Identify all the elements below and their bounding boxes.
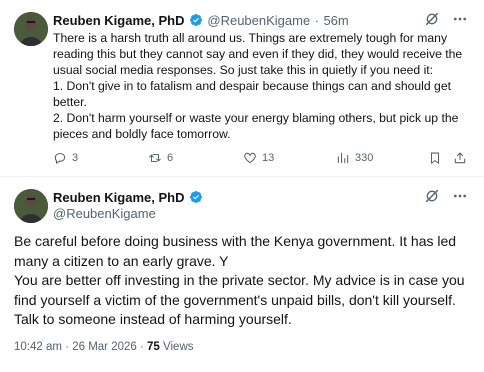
repost-icon xyxy=(149,153,161,163)
views-label: Views xyxy=(163,341,194,353)
grok-icon[interactable] xyxy=(424,188,440,204)
tweet-text: There is a harsh truth all around us. Th… xyxy=(53,30,473,142)
tweet-text: Be careful before doing business with th… xyxy=(14,232,476,330)
bookmark-button[interactable] xyxy=(428,151,442,165)
avatar[interactable] xyxy=(14,189,48,223)
header-actions xyxy=(424,188,468,204)
separator-dot: · xyxy=(314,13,319,28)
author-name[interactable]: Reuben Kigame, PhD xyxy=(53,13,184,28)
tweet-header: Reuben Kigame, PhD @ReubenKigame · 56m xyxy=(53,12,349,30)
timestamp[interactable]: 56m xyxy=(323,13,348,28)
repost-count: 6 xyxy=(167,152,174,164)
reply-button[interactable]: 3 xyxy=(53,151,78,165)
author-name-row: Reuben Kigame, PhD xyxy=(53,189,203,207)
verified-badge-icon xyxy=(189,14,202,26)
verified-badge-icon xyxy=(189,191,202,203)
share-icon xyxy=(454,152,466,164)
views-count: 330 xyxy=(355,152,374,164)
grok-icon[interactable] xyxy=(424,11,440,27)
tweet-paragraph: 2. Don't harm yourself or waste your ene… xyxy=(53,111,459,141)
views-button[interactable]: 330 xyxy=(336,151,373,165)
post-time[interactable]: 10:42 am xyxy=(14,341,62,353)
tweet-meta: 10:42 am · 26 Mar 2026 · 75 Views xyxy=(14,341,194,353)
tweet-paragraph: 1. Don't give in to fatalism and despair… xyxy=(53,79,451,109)
like-icon xyxy=(244,152,256,164)
header-actions xyxy=(424,11,468,27)
tweet-paragraph: Be careful before doing business with th… xyxy=(14,233,457,269)
post-date[interactable]: 26 Mar 2026 xyxy=(72,341,137,353)
tweet-detail[interactable]: Reuben Kigame, PhD @ReubenKigame Be care… xyxy=(0,177,484,372)
share-button[interactable] xyxy=(453,151,467,165)
views-count: 75 xyxy=(147,341,160,353)
reply-count: 3 xyxy=(72,152,79,164)
views-icon xyxy=(337,152,349,164)
repost-button[interactable]: 6 xyxy=(148,151,173,165)
like-count: 13 xyxy=(262,152,275,164)
action-bar: 3 6 13 330 xyxy=(53,151,473,167)
more-icon[interactable] xyxy=(452,11,468,27)
bookmark-icon xyxy=(430,152,440,164)
separator-dot: · xyxy=(139,341,144,353)
tweet-paragraph: There is a harsh truth all around us. Th… xyxy=(53,31,463,77)
avatar-image xyxy=(14,189,48,223)
reply-icon xyxy=(54,153,66,164)
more-icon[interactable] xyxy=(452,188,468,204)
author-name[interactable]: Reuben Kigame, PhD xyxy=(53,190,184,205)
author-handle[interactable]: @ReubenKigame xyxy=(207,13,310,28)
tweet-timeline[interactable]: Reuben Kigame, PhD @ReubenKigame · 56m T… xyxy=(0,0,484,177)
separator-dot: · xyxy=(65,341,69,353)
tweet-paragraph: You are better off investing in the priv… xyxy=(14,272,465,327)
avatar-image xyxy=(14,12,48,46)
avatar[interactable] xyxy=(14,12,48,46)
like-button[interactable]: 13 xyxy=(243,151,274,165)
author-handle[interactable]: @ReubenKigame xyxy=(53,206,156,221)
